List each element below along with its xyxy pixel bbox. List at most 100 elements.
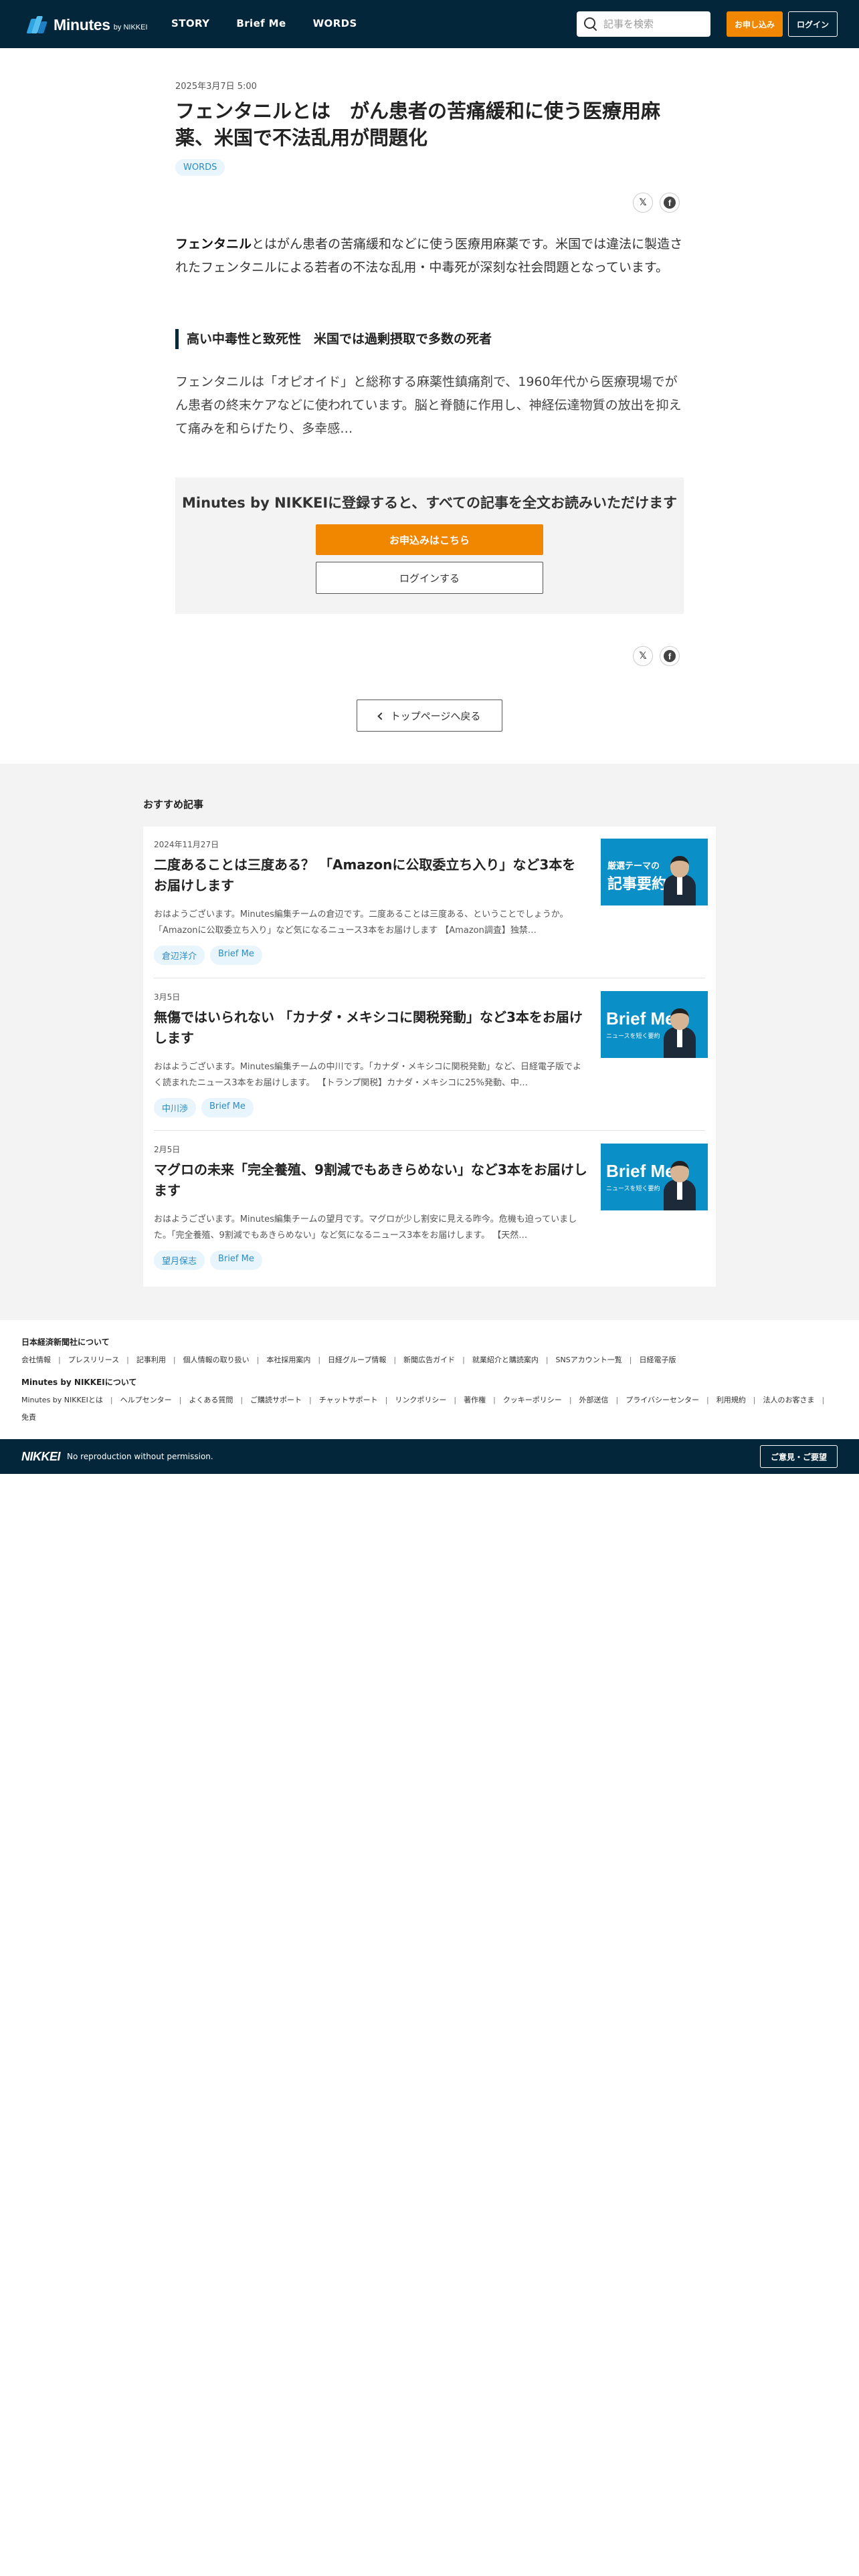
paywall-box: Minutes by NIKKEIに登録すると、すべての記事を全文お読みいただけ…: [175, 477, 684, 614]
header-apply-button[interactable]: お申し込み: [727, 11, 783, 37]
card-tags: 倉辺洋介 Brief Me: [154, 946, 262, 965]
footer-minutes: Minutes by NIKKEIについて Minutes by NIKKEIと…: [21, 1376, 838, 1426]
footer-link[interactable]: ヘルプセンター: [120, 1392, 189, 1409]
footer-link[interactable]: 免責: [21, 1409, 36, 1426]
footer-bar: NIKKEI No reproduction without permissio…: [0, 1439, 859, 1474]
author-tag[interactable]: 中川渉: [154, 1098, 197, 1117]
logo-mark-icon: [26, 16, 48, 33]
chevron-left-icon: [377, 712, 385, 720]
search-box[interactable]: [577, 11, 710, 37]
card-thumbnail[interactable]: Brief Me ニュースを短く要約: [601, 1144, 708, 1210]
footer-nikkei: 日本経済新聞社について 会社情報 プレスリリース 記事利用 個人情報の取り扱い …: [21, 1336, 838, 1369]
footer-link[interactable]: 会社情報: [21, 1352, 68, 1369]
category-tag[interactable]: Brief Me: [210, 1251, 262, 1270]
card-excerpt: おはようございます。Minutes編集チームの倉辺です。二度あることは三度ある、…: [154, 909, 569, 936]
footer-link[interactable]: 法人のお客さま: [763, 1392, 832, 1409]
footer-link[interactable]: 日経電子版: [639, 1352, 676, 1369]
card-date: 2月5日: [154, 1145, 181, 1154]
category-tag[interactable]: Brief Me: [210, 946, 262, 965]
recommended-card[interactable]: 2月5日 マグロの未来「完全養殖、9割減でもあきらめない」など3本をお届けします…: [154, 1132, 708, 1283]
card-divider: [154, 1130, 705, 1131]
card-title[interactable]: 無傷ではいられない 「カナダ・メキシコに関税発動」など3本をお届けします: [154, 1007, 589, 1049]
person-photo-icon: [664, 852, 696, 905]
nikkei-logo[interactable]: NIKKEI: [21, 1450, 61, 1464]
paywall-login-button[interactable]: ログインする: [316, 562, 543, 594]
footer-link[interactable]: プライバシーセンター: [626, 1392, 717, 1409]
facebook-glyph: f: [664, 650, 676, 662]
footer-link[interactable]: 本社採用案内: [266, 1352, 328, 1369]
footer-link[interactable]: Minutes by NIKKEIとは: [21, 1392, 120, 1409]
share-buttons-top: 𝕏 f: [633, 193, 680, 213]
footer-link[interactable]: 記事利用: [136, 1352, 183, 1369]
search-icon[interactable]: [583, 17, 598, 31]
footer-link[interactable]: プレスリリース: [68, 1352, 136, 1369]
thumb-line2: ニュースを短く要約: [606, 1186, 660, 1192]
card-date: 3月5日: [154, 992, 181, 1002]
person-photo-icon: [664, 1004, 696, 1058]
footer-link[interactable]: リンクポリシー: [395, 1392, 464, 1409]
thumb-line2: ニュースを短く要約: [606, 1033, 660, 1040]
site-header: Minutes by NIKKEI STORY Brief Me WORDS お…: [0, 0, 859, 48]
footer-link[interactable]: 個人情報の取り扱い: [183, 1352, 267, 1369]
article-lead: フェンタニルとはがん患者の苦痛緩和などに使う医療用麻薬です。米国では違法に製造さ…: [175, 233, 684, 280]
share-facebook-icon[interactable]: f: [660, 646, 680, 666]
thumb-line1: 厳選テーマの: [607, 861, 660, 871]
paywall-title: Minutes by NIKKEIに登録すると、すべての記事を全文お読みいただけ…: [181, 495, 678, 511]
footer-link[interactable]: よくある質問: [189, 1392, 250, 1409]
nav-brief-me[interactable]: Brief Me: [236, 17, 286, 29]
card-title[interactable]: マグロの未来「完全養殖、9割減でもあきらめない」など3本をお届けします: [154, 1160, 589, 1201]
article-date: 2025年3月7日 5:00: [175, 82, 257, 92]
recommended-heading: おすすめ記事: [143, 798, 204, 811]
article-title: フェンタニルとは がん患者の苦痛緩和に使う医療用麻薬、米国で不法乱用が問題化: [175, 100, 661, 149]
footer-links-minutes: Minutes by NIKKEIとは ヘルプセンター よくある質問 ご購読サポ…: [21, 1392, 838, 1426]
footer-link[interactable]: 新聞広告ガイド: [403, 1352, 472, 1369]
footer-link[interactable]: 利用規約: [717, 1392, 763, 1409]
card-excerpt: おはようございます。Minutes編集チームの中川です。「カナダ・メキシコに関税…: [154, 1062, 582, 1088]
footer-link[interactable]: 外部送信: [579, 1392, 626, 1409]
copyright-text: No reproduction without permission.: [67, 1452, 213, 1461]
footer-link[interactable]: 著作権: [464, 1392, 503, 1409]
footer-links-nikkei: 会社情報 プレスリリース 記事利用 個人情報の取り扱い 本社採用案内 日経グルー…: [21, 1352, 838, 1369]
nav-words[interactable]: WORDS: [313, 17, 357, 29]
thumb-line2: 記事要約: [607, 876, 667, 893]
footer-link[interactable]: クッキーポリシー: [503, 1392, 579, 1409]
lead-text: とはがん患者の苦痛緩和などに使う医療用麻薬です。米国では違法に製造されたフェンタ…: [175, 237, 683, 275]
author-tag[interactable]: 望月保志: [154, 1251, 205, 1270]
back-to-top-label: トップページへ戻る: [390, 710, 481, 722]
share-x-icon[interactable]: 𝕏: [633, 646, 653, 666]
search-input[interactable]: [603, 18, 704, 30]
article: 2025年3月7日 5:00 フェンタニルとは がん患者の苦痛緩和に使う医療用麻…: [175, 79, 684, 748]
site-logo[interactable]: Minutes by NIKKEI: [26, 15, 148, 35]
card-thumbnail[interactable]: Brief Me ニュースを短く要約: [601, 991, 708, 1058]
share-buttons-bottom: 𝕏 f: [633, 646, 680, 666]
recommended-card[interactable]: 3月5日 無傷ではいられない 「カナダ・メキシコに関税発動」など3本をお届けしま…: [154, 979, 708, 1130]
logo-by-text: by NIKKEI: [113, 23, 148, 31]
back-to-top-button[interactable]: トップページへ戻る: [357, 700, 502, 732]
article-subheading: 高い中毒性と致死性 米国では過剰摂取で多数の死者: [175, 329, 492, 349]
article-tag[interactable]: WORDS: [175, 159, 225, 176]
card-thumbnail[interactable]: 厳選テーマの 記事要約: [601, 839, 708, 905]
footer-link[interactable]: チャットサポート: [319, 1392, 395, 1409]
footer-link[interactable]: 日経グループ情報: [328, 1352, 403, 1369]
card-date: 2024年11月27日: [154, 840, 219, 849]
feedback-button[interactable]: ご意見・ご要望: [760, 1445, 838, 1468]
share-facebook-icon[interactable]: f: [660, 193, 680, 213]
footer-link[interactable]: ご購読サポート: [250, 1392, 319, 1409]
article-body: フェンタニルは「オピオイド」と総称する麻薬性鎮痛剤で、1960年代から医療現場で…: [175, 374, 682, 436]
author-tag[interactable]: 倉辺洋介: [154, 946, 205, 965]
share-x-icon[interactable]: 𝕏: [633, 193, 653, 213]
category-tag[interactable]: Brief Me: [201, 1098, 254, 1117]
card-tags: 望月保志 Brief Me: [154, 1251, 262, 1270]
footer-heading-nikkei: 日本経済新聞社について: [21, 1337, 110, 1347]
lead-term: フェンタニル: [175, 237, 252, 251]
nav-story[interactable]: STORY: [171, 17, 209, 29]
card-title[interactable]: 二度あることは三度ある？ 「Amazonに公取委立ち入り」など3本をお届けします: [154, 855, 589, 896]
footer-link[interactable]: SNSアカウント一覧: [556, 1352, 640, 1369]
facebook-glyph: f: [664, 197, 676, 209]
card-excerpt: おはようございます。Minutes編集チームの望月です。マグロが少し割安に見える…: [154, 1214, 577, 1241]
paywall-apply-button[interactable]: お申込みはこちら: [316, 524, 543, 555]
recommended-card[interactable]: 2024年11月27日 二度あることは三度ある？ 「Amazonに公取委立ち入り…: [154, 827, 708, 978]
recommended-list: 2024年11月27日 二度あることは三度ある？ 「Amazonに公取委立ち入り…: [143, 827, 716, 1287]
footer-link[interactable]: 就業紹介と購読案内: [472, 1352, 556, 1369]
header-login-button[interactable]: ログイン: [788, 11, 838, 37]
